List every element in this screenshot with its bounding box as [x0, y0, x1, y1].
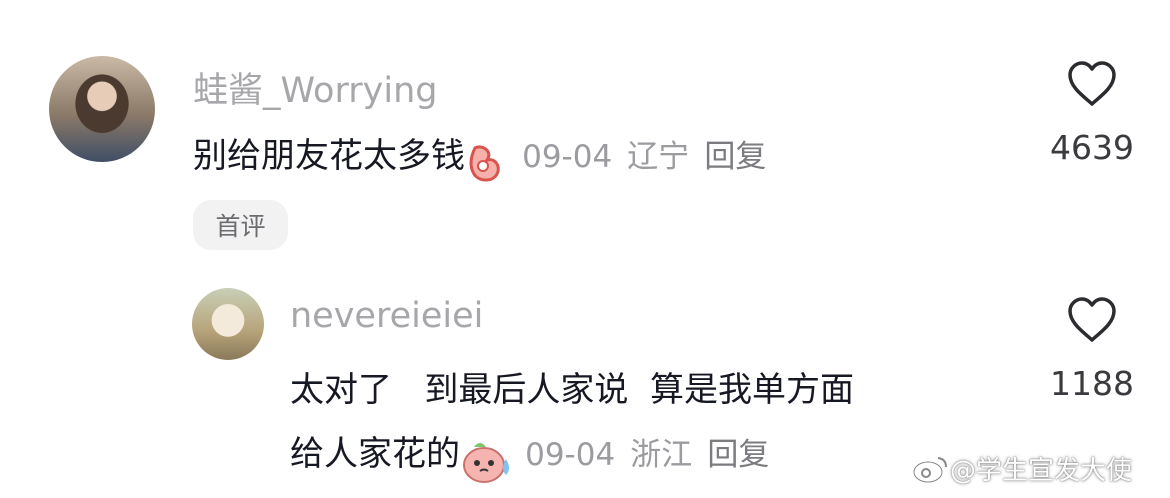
heart-outline-icon	[1068, 297, 1116, 342]
avatar[interactable]	[192, 288, 264, 360]
ok-hand-emoji-icon	[465, 142, 507, 184]
heart-outline-icon	[1068, 61, 1116, 106]
reply-button[interactable]: 回复	[707, 437, 769, 473]
watermark-text: @学生宣发大使	[950, 456, 1133, 486]
comment-location: 辽宁	[627, 139, 690, 175]
comment-body: 给人家花的 09-04 浙江 回复	[290, 426, 769, 485]
comment-username[interactable]: nevereieiei	[290, 296, 483, 336]
reply-button[interactable]: 回复	[704, 139, 766, 175]
weibo-logo-icon	[912, 453, 950, 485]
comment-location: 浙江	[630, 437, 693, 473]
watermark: @学生宣发大使	[912, 450, 1132, 487]
like-button[interactable]	[1066, 60, 1118, 108]
avatar[interactable]	[49, 56, 155, 162]
comment-text: 给人家花的	[290, 434, 460, 474]
sweat-face-emoji-icon	[460, 437, 514, 485]
first-comment-badge: 首评	[193, 200, 288, 250]
comment-text: 别给朋友花太多钱	[193, 136, 465, 176]
comment-date: 09-04	[522, 139, 613, 175]
like-count: 1188	[1050, 364, 1134, 403]
like-count: 4639	[1050, 128, 1134, 167]
comment-body: 别给朋友花太多钱 09-04 辽宁 回复	[193, 128, 766, 184]
comment-text: 太对了 到最后人家说 算是我单方面	[290, 370, 855, 410]
comment-username[interactable]: 蛙酱_Worrying	[193, 62, 437, 113]
comment-date: 09-04	[525, 437, 616, 473]
like-button[interactable]	[1066, 296, 1118, 344]
